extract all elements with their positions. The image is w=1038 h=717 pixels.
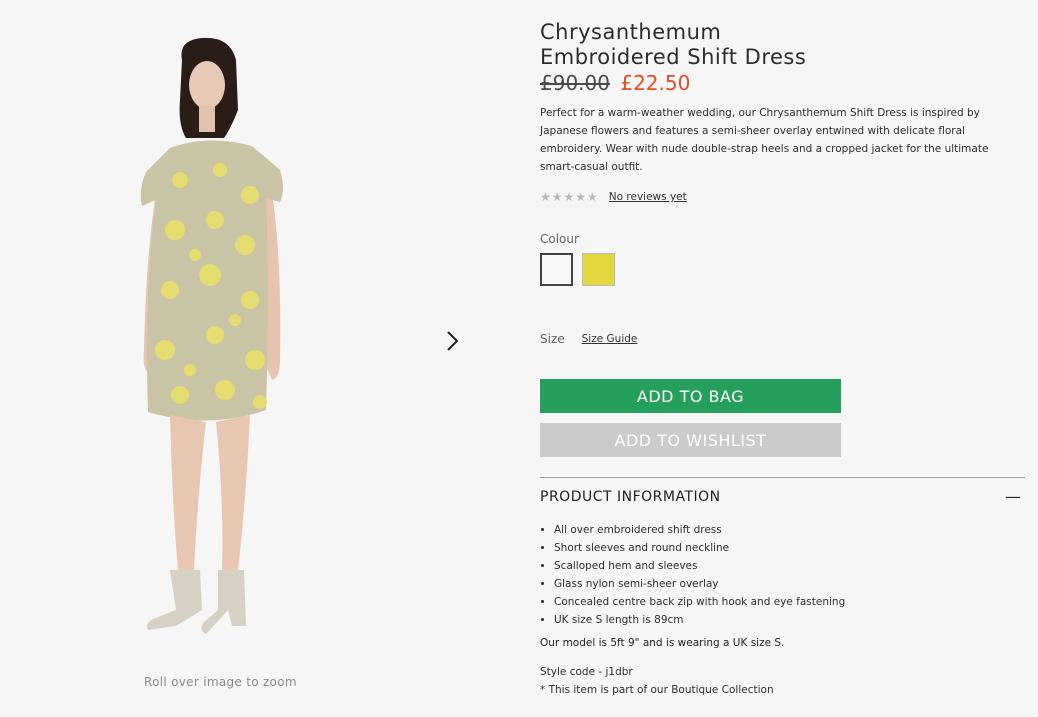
- list-item: Glass nylon semi-sheer overlay: [554, 575, 1025, 593]
- feature-list: All over embroidered shift dress Short s…: [540, 521, 1025, 629]
- reviews-row: ★★★★★ No reviews yet: [540, 188, 1025, 206]
- product-description: Perfect for a warm-weather wedding, our …: [540, 107, 989, 173]
- model-size-note: Our model is 5ft 9" and is wearing a UK …: [540, 637, 785, 649]
- style-code: Style code - j1dbr: [540, 666, 633, 678]
- list-item: Concealed centre back zip with hook and …: [554, 593, 1025, 611]
- product-gallery: Roll over image to zoom: [0, 0, 470, 717]
- product-image[interactable]: [120, 30, 310, 650]
- no-reviews-link[interactable]: No reviews yet: [609, 191, 687, 203]
- list-item: All over embroidered shift dress: [554, 521, 1025, 539]
- add-to-bag-button[interactable]: ADD TO BAG: [540, 379, 841, 413]
- list-item: Scalloped hem and sleeves: [554, 557, 1025, 575]
- original-price: £90.00: [540, 71, 610, 95]
- add-to-wishlist-button[interactable]: ADD TO WISHLIST: [540, 423, 841, 457]
- colour-label: Colour: [540, 232, 579, 246]
- zoom-hint: Roll over image to zoom: [144, 675, 297, 689]
- colour-swatches: [540, 253, 1025, 286]
- size-label: Size: [540, 332, 565, 346]
- sale-price: £22.50: [620, 71, 691, 95]
- product-information-title: PRODUCT INFORMATION: [540, 488, 721, 505]
- product-title: Chrysanthemum Embroidered Shift Dress: [540, 20, 1025, 70]
- boutique-note: * This item is part of our Boutique Coll…: [540, 684, 774, 696]
- colour-swatch-yellow[interactable]: [582, 253, 615, 286]
- product-details: Chrysanthemum Embroidered Shift Dress £9…: [540, 20, 1025, 699]
- collapse-icon[interactable]: —: [1005, 487, 1021, 506]
- list-item: Short sleeves and round neckline: [554, 539, 1025, 557]
- product-information-header[interactable]: PRODUCT INFORMATION —: [540, 477, 1025, 507]
- list-item: UK size S length is 89cm: [554, 611, 1025, 629]
- product-title-line-1: Chrysanthemum: [540, 20, 722, 44]
- colour-swatch-white[interactable]: [540, 253, 573, 286]
- size-row: Size Size Guide: [540, 331, 1025, 347]
- price: £90.00 £22.50: [540, 70, 1025, 96]
- product-title-line-2: Embroidered Shift Dress: [540, 45, 807, 69]
- chevron-right-icon[interactable]: [440, 328, 464, 354]
- size-guide-link[interactable]: Size Guide: [582, 333, 638, 345]
- rating-stars-icon: ★★★★★: [540, 190, 599, 204]
